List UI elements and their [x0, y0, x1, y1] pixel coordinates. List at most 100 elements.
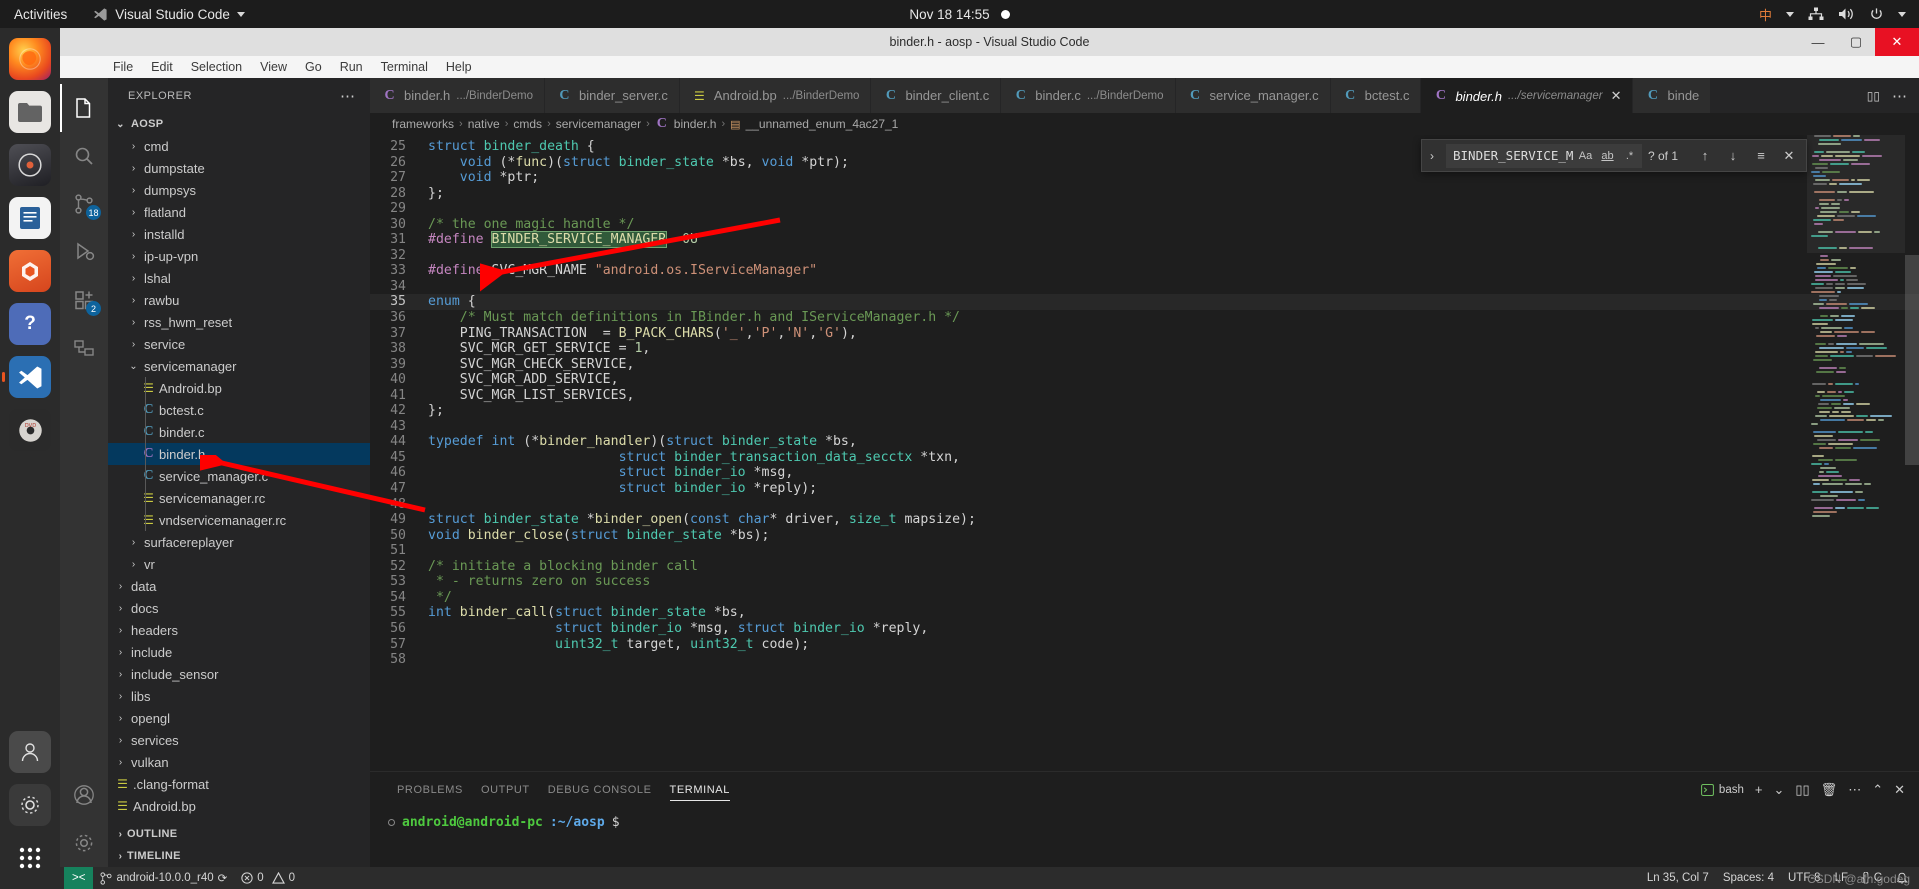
dock-dvd-icon[interactable]: DVD: [9, 409, 51, 451]
find-widget[interactable]: › BINDER_SERVICE_MANA Aa ab .* ? of 1 ↑ …: [1421, 139, 1807, 172]
tree-root-aosp[interactable]: ⌄ AOSP: [108, 113, 370, 135]
activity-settings[interactable]: [60, 819, 108, 867]
menu-view[interactable]: View: [251, 56, 296, 78]
breadcrumb[interactable]: frameworks › native › cmds › servicemanager › Cb…: [370, 113, 1919, 135]
terminal-add-icon[interactable]: +: [1755, 782, 1763, 797]
tree-item-dumpsys[interactable]: › dumpsys: [108, 179, 370, 201]
code-line[interactable]: 39 SVC_MGR_CHECK_SERVICE,: [370, 357, 1919, 373]
code-line[interactable]: 33 #define SVC_MGR_NAME "android.os.IServ…: [370, 263, 1919, 279]
find-next-icon[interactable]: ↓: [1722, 145, 1744, 167]
editor-tab-binder-client-c[interactable]: Cbinder_client.c: [871, 78, 1002, 113]
dock-rhythmbox-icon[interactable]: [9, 144, 51, 186]
tree-item-bctest-c[interactable]: Cbctest.c: [108, 399, 370, 421]
scrollbar-thumb[interactable]: [1905, 255, 1919, 465]
window-close-button[interactable]: ✕: [1875, 28, 1919, 56]
sync-icon[interactable]: ⟳: [218, 871, 228, 885]
code-line[interactable]: 42};: [370, 403, 1919, 419]
volume-icon[interactable]: [1838, 7, 1855, 21]
code-line[interactable]: 58: [370, 652, 1919, 668]
system-menu-chevron-icon[interactable]: [1898, 11, 1906, 17]
tree-item-android-bp[interactable]: ☰ Android.bp: [108, 795, 370, 817]
dock-firefox-icon[interactable]: [9, 38, 51, 80]
code-line[interactable]: 36 /* Must match definitions in IBinder.…: [370, 310, 1919, 326]
activity-run-debug[interactable]: [60, 228, 108, 276]
tree-item-surfacereplayer[interactable]: › surfacereplayer: [108, 531, 370, 553]
problems-status[interactable]: 0 0: [234, 867, 302, 889]
panel-tab-terminal[interactable]: TERMINAL: [661, 772, 739, 807]
clock[interactable]: Nov 18 14:55: [909, 7, 989, 22]
code-line[interactable]: 56 struct binder_io *msg, struct binder_…: [370, 621, 1919, 637]
editor-tab-binder-server-c[interactable]: Cbinder_server.c: [544, 78, 680, 113]
code-line[interactable]: 47 struct binder_io *reply);: [370, 481, 1919, 497]
tree-item--clang-format[interactable]: ☰ .clang-format: [108, 773, 370, 795]
find-in-selection-icon[interactable]: ≡: [1750, 145, 1772, 167]
tree-item-installd[interactable]: › installd: [108, 223, 370, 245]
code-line[interactable]: 53 * - returns zero on success: [370, 574, 1919, 590]
code-line[interactable]: 46 struct binder_io *msg,: [370, 465, 1919, 481]
terminal-kill-icon[interactable]: 🗑: [1821, 782, 1838, 798]
terminal-shell-selector[interactable]: bash: [1701, 784, 1744, 796]
section-timeline[interactable]: › TIMELINE: [108, 845, 370, 867]
code-line[interactable]: 44 typedef int (*binder_handler)(struct b…: [370, 434, 1919, 450]
tree-item-services[interactable]: › services: [108, 729, 370, 751]
tree-item-include-sensor[interactable]: › include_sensor: [108, 663, 370, 685]
tree-item-service[interactable]: › service: [108, 333, 370, 355]
code-line[interactable]: 32: [370, 248, 1919, 264]
dock-show-apps-icon[interactable]: [9, 837, 51, 879]
find-close-icon[interactable]: ✕: [1778, 145, 1800, 167]
find-input-box[interactable]: BINDER_SERVICE_MANA Aa ab .*: [1446, 143, 1642, 168]
tree-item-servicemanager[interactable]: ⌄ servicemanager: [108, 355, 370, 377]
ime-chevron-down-icon[interactable]: [1786, 11, 1794, 17]
tree-item-opengl[interactable]: › opengl: [108, 707, 370, 729]
code-line[interactable]: 55 int binder_call(struct binder_state *b…: [370, 605, 1919, 621]
editor-tab-binder-h-active[interactable]: Cbinder.h .../servicemanager ✕: [1421, 78, 1634, 113]
editor-tab-android-bp[interactable]: ☰ Android.bp .../BinderDemo: [679, 78, 872, 113]
menu-selection[interactable]: Selection: [182, 56, 251, 78]
menu-help[interactable]: Help: [437, 56, 481, 78]
code-line[interactable]: 31 #define BINDER_SERVICE_MANAGER 0U: [370, 231, 1919, 249]
code-line[interactable]: 34: [370, 279, 1919, 295]
tree-item-vndservicemanager-rc[interactable]: ☰ vndservicemanager.rc: [108, 509, 370, 531]
editor-tab-close-icon[interactable]: ✕: [1611, 88, 1622, 104]
sidebar-more-actions-icon[interactable]: ⋯: [340, 87, 356, 105]
tree-item-ip-up-vpn[interactable]: › ip-up-vpn: [108, 245, 370, 267]
panel-tab-output[interactable]: OUTPUT: [472, 772, 539, 807]
dock-files-icon[interactable]: [9, 91, 51, 133]
editor-tab-binder-c[interactable]: Cbinder.c .../BinderDemo: [1001, 78, 1176, 113]
activity-extensions[interactable]: 2: [60, 276, 108, 324]
network-icon[interactable]: [1808, 7, 1824, 21]
panel-close-icon[interactable]: ✕: [1894, 782, 1905, 798]
panel-more-actions-icon[interactable]: ⋯: [1848, 782, 1861, 798]
code-line[interactable]: 28};: [370, 186, 1919, 202]
code-line[interactable]: 40 SVC_MGR_ADD_SERVICE,: [370, 372, 1919, 388]
window-maximize-button[interactable]: ▢: [1837, 28, 1875, 56]
match-case-icon[interactable]: Aa: [1576, 146, 1595, 165]
dock-software-icon[interactable]: [9, 250, 51, 292]
code-line[interactable]: 54 */: [370, 590, 1919, 606]
panel-maximize-icon[interactable]: ⌃: [1872, 782, 1883, 798]
find-expand-toggle[interactable]: ›: [1424, 149, 1440, 163]
panel-tab-debug-console[interactable]: DEBUG CONSOLE: [539, 772, 661, 807]
tree-item-headers[interactable]: › headers: [108, 619, 370, 641]
code-line[interactable]: 41 SVC_MGR_LIST_SERVICES,: [370, 388, 1919, 404]
tree-item-vr[interactable]: › vr: [108, 553, 370, 575]
tree-item-rss-hwm-reset[interactable]: › rss_hwm_reset: [108, 311, 370, 333]
find-previous-icon[interactable]: ↑: [1694, 145, 1716, 167]
activity-remote-explorer[interactable]: [60, 324, 108, 372]
dock-trash-icon[interactable]: [9, 731, 51, 773]
find-input[interactable]: BINDER_SERVICE_MANA: [1453, 148, 1573, 163]
dock-help-icon[interactable]: ?: [9, 303, 51, 345]
git-branch[interactable]: android-10.0.0_r40 ⟳: [93, 867, 234, 889]
activities-button[interactable]: Activities: [14, 7, 67, 22]
activity-search[interactable]: [60, 132, 108, 180]
breadcrumb-item[interactable]: binder.h: [674, 117, 717, 131]
window-minimize-button[interactable]: —: [1799, 28, 1837, 56]
editor-tab-binder-h[interactable]: Cbinder.h .../BinderDemo: [370, 78, 545, 113]
editor-tab-bctest-c[interactable]: Cbctest.c: [1330, 78, 1422, 113]
editor-more-actions-icon[interactable]: ⋯: [1892, 87, 1907, 105]
tree-item-binder-c[interactable]: Cbinder.c: [108, 421, 370, 443]
whole-word-icon[interactable]: ab: [1598, 146, 1617, 165]
code-line[interactable]: 43: [370, 419, 1919, 435]
editor-scrollbar[interactable]: [1905, 135, 1919, 771]
section-outline[interactable]: › OUTLINE: [108, 823, 370, 845]
